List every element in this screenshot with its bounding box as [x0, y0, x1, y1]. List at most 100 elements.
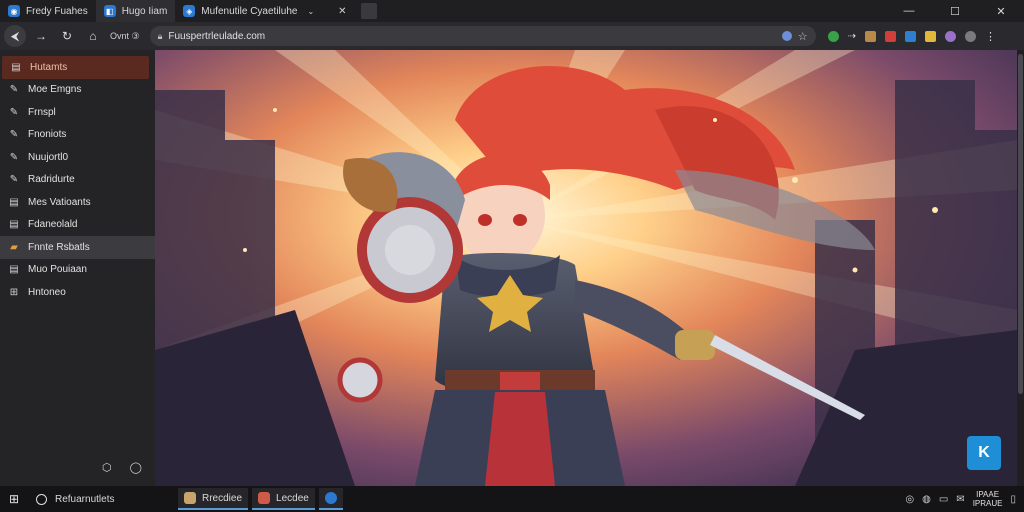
tab-3-favicon-icon: ◈: [183, 5, 196, 17]
profile-dot-icon[interactable]: [781, 31, 792, 41]
document-icon: ▤: [9, 264, 19, 276]
sidebar-item-label: Radridurte: [28, 174, 75, 186]
pencil-icon: ✎: [9, 151, 19, 163]
search-circle-icon: [36, 493, 47, 505]
extension-red-icon[interactable]: [884, 30, 896, 42]
close-tab-icon[interactable]: ✕: [338, 6, 346, 17]
sidebar-item-2[interactable]: ✎ Moe Emgns: [0, 79, 155, 102]
pencil-icon: ✎: [9, 129, 19, 141]
maximize-button[interactable]: ☐: [932, 0, 978, 22]
sidebar-item-label: Moe Emgns: [28, 84, 82, 96]
taskbar-app-3[interactable]: [318, 488, 343, 510]
minimize-button[interactable]: —: [886, 0, 932, 22]
anime-warrior-illustration: [155, 50, 1017, 486]
share-arrow-icon[interactable]: ⇢: [848, 31, 856, 42]
tab-3[interactable]: ◈ Mufenutile Cyaetiluhe ⌄ ✕: [175, 0, 354, 22]
app-badge-icon[interactable]: K: [967, 436, 1001, 470]
document-icon: ▤: [11, 61, 21, 73]
tab-3-label: Mufenutile Cyaetiluhe: [201, 5, 298, 17]
extension-purple-icon[interactable]: [944, 30, 956, 42]
close-window-button[interactable]: ✕: [978, 0, 1024, 22]
sidebar-item-7[interactable]: ▤ Mes Vatioants: [0, 191, 155, 214]
notification-icon[interactable]: ✉: [956, 494, 964, 505]
document-icon: ▤: [9, 219, 19, 231]
sidebar-item-label: Mes Vatioants: [28, 196, 91, 208]
home-icon[interactable]: ⌂: [82, 25, 104, 47]
sidebar-item-4[interactable]: ✎ Fnoniots: [0, 124, 155, 147]
sidebar-item-label: Frnspl: [28, 106, 56, 118]
taskbar-app-1[interactable]: Rrecdiee: [178, 488, 249, 510]
clock[interactable]: IPAAE IPRAUE: [973, 490, 1003, 508]
vertical-scrollbar[interactable]: [1017, 50, 1024, 486]
new-tab-button[interactable]: [360, 3, 377, 19]
sidebar-footer: ⬡ ◯: [102, 461, 142, 474]
chevron-down-icon[interactable]: ⌄: [307, 7, 314, 16]
taskbar-app-2[interactable]: Lecdee: [252, 488, 315, 510]
tab-2-favicon-icon: ◧: [103, 5, 116, 17]
navigation-bar: ⮜ → ↻ ⌂ Ovnt ③ 🔒︎ Fuuspertrleulade.com ☆…: [0, 22, 1024, 50]
settings-hex-icon[interactable]: ⬡: [102, 461, 112, 474]
taskbar-app-label: Lecdee: [276, 492, 309, 504]
document-icon: ▤: [9, 196, 19, 208]
sidebar-item-3[interactable]: ✎ Frnspl: [0, 101, 155, 124]
sidebar-item-label: Nuujortl0: [28, 151, 69, 163]
extension-yellow-icon[interactable]: [924, 30, 936, 42]
sidebar-item-label: Fnnte Rsbatls: [28, 241, 90, 253]
sidebar-item-8[interactable]: ▤ Fdaneolald: [0, 214, 155, 237]
profile-avatar-icon[interactable]: [964, 30, 976, 42]
pencil-icon: ✎: [9, 84, 19, 96]
pencil-icon: ✎: [9, 106, 19, 118]
url-text[interactable]: Fuuspertrleulade.com: [168, 31, 265, 42]
scrollbar-thumb[interactable]: [1018, 54, 1023, 394]
notifications-panel-icon[interactable]: ▯: [1010, 494, 1016, 505]
tab-bar: ◉ Fredy Fuahes ◧ Hugo Iiam ◈ Mufenutile …: [0, 0, 1024, 22]
taskbar-search[interactable]: Refuarnutlets: [28, 493, 178, 505]
reload-icon[interactable]: ↻: [56, 25, 78, 47]
tab-1[interactable]: ◉ Fredy Fuahes: [0, 0, 96, 22]
sidebar-item-6[interactable]: ✎ Radridurte: [0, 169, 155, 192]
new-label[interactable]: Ovnt ③: [110, 31, 140, 42]
sidebar-item-label: Muo Pouiaan: [28, 264, 87, 276]
extension-leaf-icon[interactable]: [827, 30, 839, 42]
sidebar-item-label: Hntoneo: [28, 286, 66, 298]
app-3-icon: [324, 492, 337, 504]
main-artwork: K: [155, 50, 1017, 486]
lock-icon: 🔒︎: [157, 30, 163, 41]
sidebar: ▤ Hutamts ✎ Moe Emgns ✎ Frnspl ✎ Fnoniot…: [0, 50, 155, 486]
sidebar-item-5[interactable]: ✎ Nuujortl0: [0, 146, 155, 169]
extension-box-icon[interactable]: [864, 30, 876, 42]
sidebar-item-9[interactable]: ▰ Fnnte Rsbatls: [0, 236, 155, 259]
taskbar-app-label: Rrecdiee: [202, 492, 243, 504]
window-controls: — ☐ ✕: [886, 0, 1024, 22]
app-2-icon: [258, 492, 271, 504]
windows-start-icon[interactable]: ⊞: [0, 492, 28, 506]
sidebar-item-11[interactable]: ⊞ Hntoneo: [0, 281, 155, 304]
grid-icon: ⊞: [9, 286, 19, 298]
tab-1-favicon-icon: ◉: [8, 5, 20, 17]
sidebar-item-label: Fdaneolald: [28, 219, 78, 231]
clock-line-2: IPRAUE: [972, 499, 1003, 508]
taskbar: ⊞ Refuarnutlets Rrecdiee Lecdee ◎ ◍ ▭ ✉ …: [0, 486, 1024, 512]
menu-dots-icon[interactable]: ⋮: [985, 30, 996, 43]
tab-2-label: Hugo Iiam: [121, 5, 168, 17]
forward-arrow-icon[interactable]: →: [30, 25, 52, 47]
back-arrow-icon[interactable]: ⮜: [4, 25, 26, 47]
pencil-icon: ✎: [9, 174, 19, 186]
sidebar-item-10[interactable]: ▤ Muo Pouiaan: [0, 259, 155, 282]
extension-blue-icon[interactable]: [904, 30, 916, 42]
sidebar-item-1[interactable]: ▤ Hutamts: [2, 56, 149, 79]
extensions-area: ⇢ ⋮: [827, 30, 996, 43]
chat-bubble-icon[interactable]: ◯: [130, 461, 142, 474]
tab-1-label: Fredy Fuahes: [26, 5, 88, 17]
volume-icon[interactable]: ◍: [922, 494, 931, 505]
battery-icon[interactable]: ▭: [939, 494, 948, 505]
folder-icon: ▰: [10, 241, 18, 253]
taskbar-search-label: Refuarnutlets: [55, 493, 115, 505]
network-icon[interactable]: ◎: [905, 494, 914, 505]
system-tray: ◎ ◍ ▭ ✉ IPAAE IPRAUE ▯: [905, 490, 1024, 508]
address-bar[interactable]: 🔒︎ Fuuspertrleulade.com ☆: [149, 26, 816, 46]
sidebar-item-label: Hutamts: [30, 61, 68, 73]
bookmark-star-icon[interactable]: ☆: [798, 30, 808, 43]
clock-line-1: IPAAE: [976, 490, 1000, 499]
tab-2[interactable]: ◧ Hugo Iiam: [95, 0, 176, 22]
